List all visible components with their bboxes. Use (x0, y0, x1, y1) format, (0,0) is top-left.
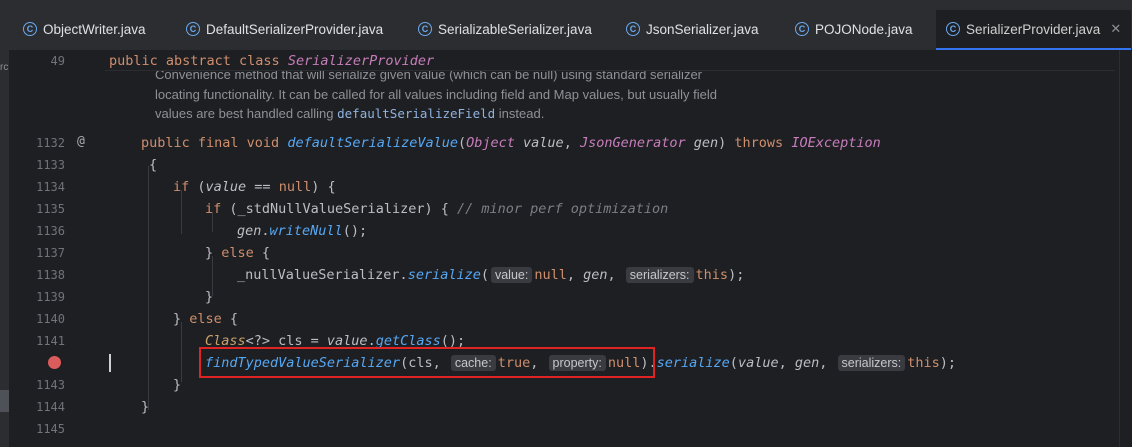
project-panel-edge: rc (0, 50, 9, 447)
editor-gutter: 49 1132 @ 1133 1134 1135 1136 1137 1138 … (9, 50, 105, 447)
code-line: public final void defaultSerializeValue(… (141, 135, 881, 151)
highlight-box (199, 347, 655, 378)
breakpoint-icon[interactable] (48, 356, 61, 369)
indent-guide (181, 322, 182, 382)
line-number: 1140 (36, 312, 65, 326)
doc-link[interactable]: defaultSerializeField (337, 106, 495, 121)
tab-label: SerializerProvider.java (966, 21, 1101, 37)
editor-tab-bar: C ObjectWriter.java C DefaultSerializerP… (0, 0, 1132, 51)
tab-label: ObjectWriter.java (43, 21, 146, 37)
class-icon: C (626, 22, 640, 36)
class-icon: C (23, 22, 37, 36)
tab-label: DefaultSerializerProvider.java (206, 21, 384, 37)
doc-line: locating functionality. It can be called… (155, 86, 717, 102)
tab-pojonode[interactable]: C POJONode.java (795, 10, 913, 48)
code-line: } (141, 399, 150, 415)
override-at-icon[interactable]: @ (77, 134, 85, 149)
line-number: 1133 (36, 158, 65, 172)
tab-label: SerializableSerializer.java (438, 21, 592, 37)
line-number: 1136 (36, 224, 65, 238)
close-icon[interactable]: ✕ (1110, 21, 1121, 37)
tab-label: POJONode.java (815, 21, 913, 37)
vertical-scrollbar[interactable] (1115, 50, 1132, 447)
line-number: 1138 (36, 268, 65, 282)
class-icon: C (186, 22, 200, 36)
code-line: if (value == null) { (173, 179, 336, 195)
line-number: 1145 (36, 422, 65, 436)
line-number: 1137 (36, 246, 65, 260)
parameter-hint: serializers: (837, 355, 906, 371)
line-number: 1144 (36, 400, 65, 414)
tab-defaultserializerprovider[interactable]: C DefaultSerializerProvider.java (186, 10, 383, 48)
code-line: } else { (205, 245, 271, 261)
tab-jsonserializer[interactable]: C JsonSerializer.java (626, 10, 759, 48)
sticky-code: public abstract class SerializerProvider (109, 53, 435, 69)
line-number: 1135 (36, 202, 65, 216)
line-number: 1132 (36, 136, 65, 150)
code-line: { (149, 157, 158, 173)
indent-guide (148, 166, 149, 410)
code-line: if (_stdNullValueSerializer) { // minor … (205, 201, 669, 217)
line-number: 1134 (36, 180, 65, 194)
code-comment: // minor perf optimization (456, 201, 669, 217)
parameter-hint: value: (490, 267, 533, 283)
truncated-text: rc (0, 62, 9, 73)
code-line: } (173, 377, 182, 393)
class-icon: C (946, 22, 960, 36)
code-line: gen.writeNull(); (237, 223, 368, 239)
doc-line: values are best handled calling defaultS… (155, 106, 545, 121)
tab-serializerprovider[interactable]: C SerializerProvider.java ✕ (936, 10, 1132, 50)
tab-objectwriter[interactable]: C ObjectWriter.java (23, 10, 146, 48)
javadoc-block: Convenience method that will serialize g… (155, 65, 795, 124)
scrollbar-track (1119, 50, 1120, 447)
line-number: 1139 (36, 290, 65, 304)
code-line: } else { (173, 311, 239, 327)
parameter-hint: serializers: (625, 267, 694, 283)
text-caret (109, 354, 111, 372)
tab-serializableserializer[interactable]: C SerializableSerializer.java (418, 10, 592, 48)
class-icon: C (795, 22, 809, 36)
tab-label: JsonSerializer.java (646, 21, 759, 37)
line-number: 1143 (36, 378, 65, 392)
line-number: 1141 (36, 334, 65, 348)
code-line: } (205, 289, 214, 305)
class-icon: C (418, 22, 432, 36)
sticky-header[interactable]: public abstract class SerializerProvider (105, 50, 1115, 71)
code-editor[interactable]: Convenience method that will serialize g… (105, 50, 1115, 447)
code-line: _nullValueSerializer.serialize(value: nul… (237, 267, 745, 283)
scroll-marker (0, 390, 9, 412)
line-number: 49 (50, 54, 65, 68)
